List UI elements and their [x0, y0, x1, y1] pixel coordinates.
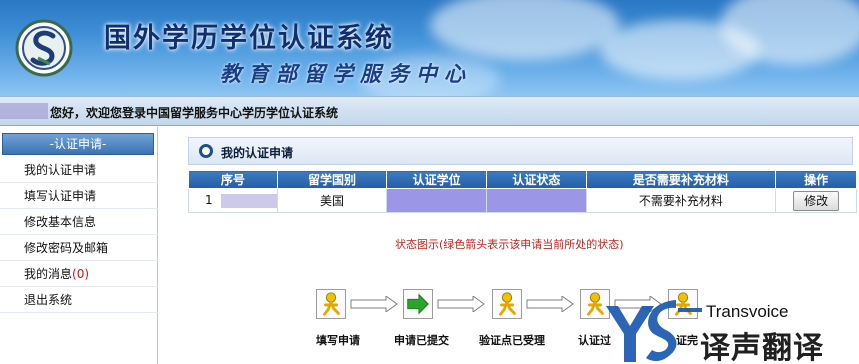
- column-header-supplement: 是否需要补充材料: [585, 170, 777, 189]
- welcome-bar: 您好，欢迎您登录中国留学服务中心学历学位认证系统: [0, 96, 859, 126]
- cell-index: 1: [188, 188, 278, 213]
- person-icon: [323, 292, 340, 316]
- sidebar-item-label: 填写认证申请: [24, 189, 97, 203]
- sidebar-menu: 我的认证申请 填写认证申请 修改基本信息 修改密码及邮箱 我的消息(0) 退出系…: [0, 157, 158, 313]
- column-header-action: 操作: [775, 170, 857, 189]
- cell-supplement: 不需要补充材料: [585, 188, 777, 213]
- cell-country: 美国: [276, 188, 388, 213]
- sidebar-item-label: 退出系统: [24, 293, 73, 307]
- arrow-icon: [526, 296, 574, 312]
- system-title: 国外学历学位认证系统: [104, 23, 394, 54]
- arrow-icon: [437, 296, 485, 312]
- sidebar-header: -认证申请-: [2, 133, 154, 155]
- sidebar-item-logout[interactable]: 退出系统: [0, 287, 158, 313]
- arrow-icon: [350, 296, 398, 312]
- status-caption: 状态图示(绿色箭头表示该申请当前所处的状态): [395, 238, 624, 251]
- table-row: 1 美国 不需要补充材料 修改: [188, 188, 857, 213]
- welcome-text: 您好，欢迎您登录中国留学服务中心学历学位认证系统: [50, 106, 339, 120]
- logo-icon: [15, 19, 73, 77]
- sidebar-item-my-messages[interactable]: 我的消息(0): [0, 261, 158, 287]
- sidebar-item-edit-basic-info[interactable]: 修改基本信息: [0, 209, 158, 235]
- sidebar-item-label: 我的消息: [24, 267, 73, 281]
- watermark-text-cn: 译声翻译: [700, 331, 824, 364]
- radio-bullet-icon: [199, 144, 213, 158]
- sidebar: -认证申请- 我的认证申请 填写认证申请 修改基本信息 修改密码及邮箱 我的消息…: [0, 127, 158, 364]
- redacted-username: [0, 103, 48, 119]
- sidebar-item-fill-application[interactable]: 填写认证申请: [0, 183, 158, 209]
- sidebar-item-my-applications[interactable]: 我的认证申请: [0, 157, 158, 183]
- cell-status-redacted: [485, 188, 587, 213]
- edit-button[interactable]: 修改: [793, 190, 840, 211]
- panel-title: 我的认证申请: [221, 146, 294, 160]
- column-header-degree: 认证学位: [386, 170, 487, 189]
- applications-table: 序号 留学国别 认证学位 认证状态 是否需要补充材料 操作 1 美国 不需要补充…: [188, 170, 857, 213]
- cell-action: 修改: [775, 188, 857, 213]
- person-icon: [499, 292, 516, 316]
- redacted-name: [220, 193, 277, 208]
- column-header-country: 留学国别: [276, 170, 388, 189]
- green-arrow-icon: [407, 293, 429, 315]
- cell-degree-redacted: [386, 188, 487, 213]
- row-index: 1: [205, 193, 213, 208]
- step-accepted-icon: [492, 289, 522, 319]
- step-fill-application-icon: [316, 289, 346, 319]
- sidebar-item-label: 修改基本信息: [24, 215, 97, 229]
- system-subtitle: 教育部留学服务中心: [220, 61, 472, 86]
- step-label-submitted: 申请已提交: [394, 334, 449, 347]
- site-banner: 国外学历学位认证系统 教育部留学服务中心: [0, 0, 859, 96]
- watermark-text-en: Transvoice: [706, 302, 789, 321]
- column-header-index: 序号: [188, 170, 278, 189]
- step-submitted-icon: [403, 289, 433, 319]
- page-root: 国外学历学位认证系统 教育部留学服务中心 您好，欢迎您登录中国留学服务中心学历学…: [0, 0, 859, 364]
- sidebar-item-label: 修改密码及邮箱: [24, 241, 109, 255]
- column-header-status: 认证状态: [485, 170, 587, 189]
- cloud-decoration: [430, 0, 620, 60]
- table-header-row: 序号 留学国别 认证学位 认证状态 是否需要补充材料 操作: [188, 170, 857, 189]
- step-label-accepted: 验证点已受理: [479, 334, 545, 347]
- step-label-fill: 填写申请: [316, 334, 360, 347]
- sidebar-item-change-password-email[interactable]: 修改密码及邮箱: [0, 235, 158, 261]
- message-count-badge: (0): [72, 267, 90, 281]
- sidebar-item-label: 我的认证申请: [24, 163, 97, 177]
- panel-title-bar: 我的认证申请: [188, 137, 853, 165]
